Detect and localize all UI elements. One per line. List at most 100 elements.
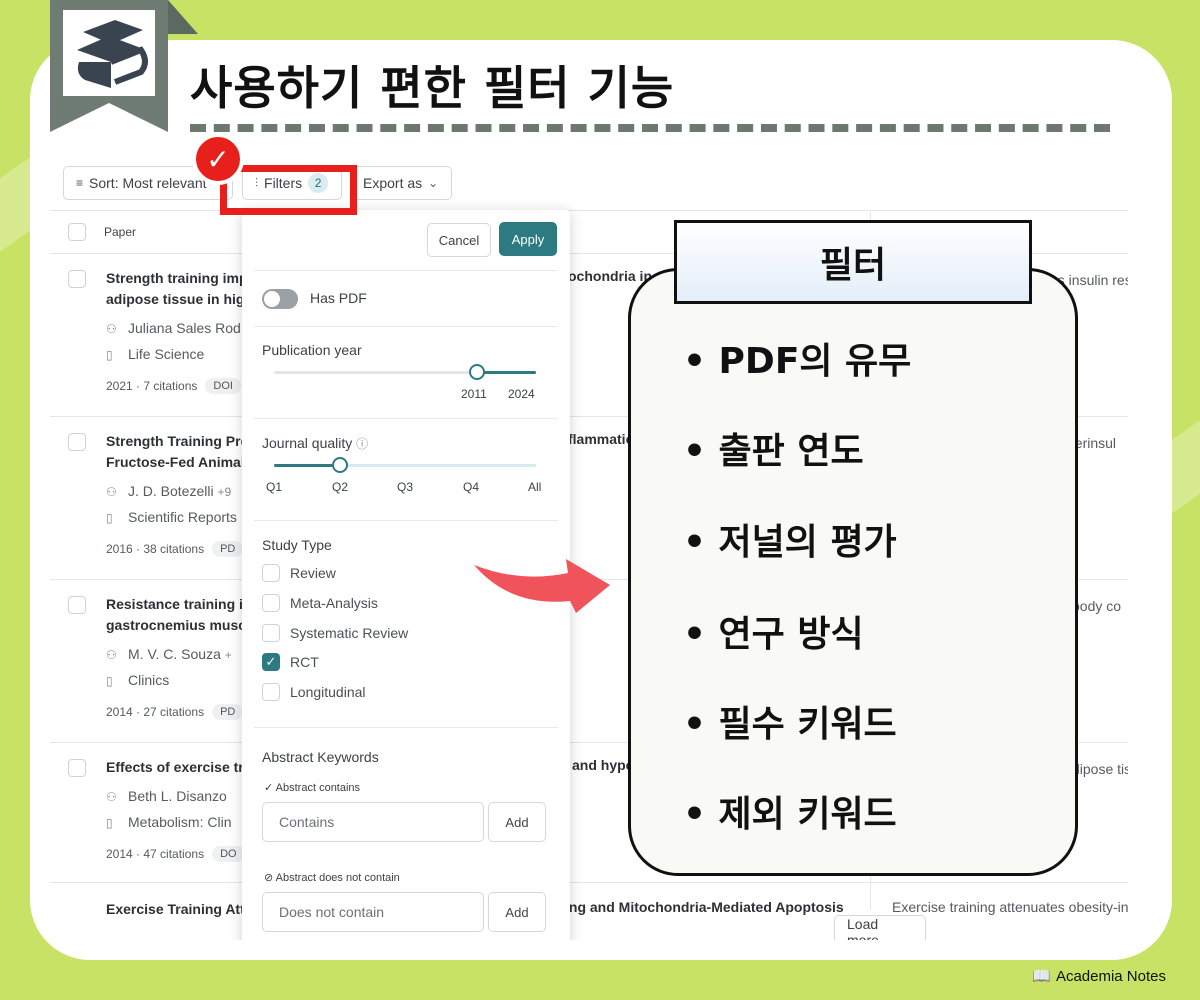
people-icon: ⚇ — [106, 485, 117, 499]
doi-tag[interactable]: DO — [212, 846, 245, 862]
row-checkbox[interactable] — [68, 433, 86, 451]
callout-item: • 출판 연도 — [683, 431, 864, 472]
quality-tick: Q3 — [397, 480, 414, 494]
paper-author: ⚇ M. V. C. Souza + — [106, 646, 232, 662]
has-pdf-toggle[interactable] — [262, 289, 298, 309]
year-to-value: 2024 — [508, 387, 535, 401]
paper-meta: 2014 · 27 citations PD — [106, 704, 244, 720]
paper-author: ⚇ Beth L. Disanzo — [106, 788, 227, 804]
checkbox[interactable] — [262, 683, 280, 701]
quality-tick: Q2 — [332, 480, 349, 494]
chevron-down-icon: ⌄ — [428, 176, 439, 190]
book-icon: ▯ — [106, 674, 113, 688]
checkbox[interactable] — [262, 594, 280, 612]
quality-tick: All — [528, 480, 542, 494]
check-icon: ✓ — [264, 782, 274, 794]
year-slider-handle[interactable] — [469, 364, 485, 380]
highlight-box — [220, 165, 357, 215]
paper-author: ⚇ Juliana Sales Rod — [106, 320, 241, 336]
row-checkbox[interactable] — [68, 270, 86, 288]
abstract-contains-label: ✓ Abstract contains — [264, 782, 361, 794]
people-icon: ⚇ — [106, 648, 117, 662]
apply-button[interactable]: Apply — [499, 222, 557, 256]
callout-item: • 필수 키워드 — [683, 704, 897, 745]
paper-title-continued: and hype — [572, 757, 634, 773]
add-contains-button[interactable]: Add — [488, 802, 546, 842]
abstract-keywords-label: Abstract Keywords — [262, 749, 379, 765]
paper-meta: 2021 · 7 citations DOI — [106, 378, 241, 394]
paper-author: ⚇ J. D. Botezelli +9 — [106, 483, 232, 499]
block-icon: ⊘ — [264, 872, 274, 884]
table-row[interactable]: Exercise Training Atte ing and Mitochond… — [50, 883, 1128, 940]
divider — [254, 727, 558, 728]
quality-tick: Q4 — [463, 480, 480, 494]
export-label: Export as — [363, 175, 423, 191]
callout-title: 필터 — [674, 220, 1032, 304]
year-slider-range — [477, 371, 536, 374]
paper-title-continued: flammatio — [568, 431, 635, 447]
divider — [254, 270, 558, 271]
has-pdf-label: Has PDF — [310, 290, 367, 306]
load-more-button[interactable]: Load more — [834, 915, 926, 940]
paper-title-continued: ochondria in — [568, 268, 652, 284]
divider — [254, 520, 558, 521]
paper-title-continued: ing and Mitochondria-Mediated Apoptosis — [565, 899, 844, 915]
people-icon: ⚇ — [106, 322, 117, 336]
pdf-tag[interactable]: PD — [212, 704, 244, 720]
year-from-value: 2011 — [461, 387, 487, 401]
paper-journal: ▯ Metabolism: Clin — [106, 814, 232, 830]
row-checkbox[interactable] — [68, 596, 86, 614]
journal-quality-label: Journal quality ⓘ — [262, 435, 369, 451]
people-icon: ⚇ — [106, 790, 117, 804]
study-type-label: Study Type — [262, 537, 332, 553]
divider — [254, 418, 558, 419]
col-paper-header: Paper — [104, 225, 137, 239]
book-icon: ▯ — [106, 511, 113, 525]
book-icon: 📖 — [1032, 968, 1051, 985]
book-icon: ▯ — [106, 348, 113, 362]
pdf-tag[interactable]: PD — [212, 541, 244, 557]
checkmark-icon: ✓ — [192, 133, 244, 185]
brand-footer: 📖 Academia Notes — [1032, 967, 1166, 986]
paper-meta: 2016 · 38 citations PD — [106, 541, 244, 557]
paper-meta: 2014 · 47 citations DO — [106, 846, 245, 862]
page-title: 사용하기 편한 필터 기능 — [190, 61, 675, 115]
quality-slider-fill — [274, 464, 340, 467]
checkbox[interactable] — [262, 564, 280, 582]
book-icon: ▯ — [106, 816, 113, 830]
study-option-systematic-review[interactable]: Systematic Review — [262, 624, 408, 642]
abstract-not-contains-label: ⊘ Abstract does not contain — [264, 872, 400, 884]
summary-text: Exercise training attenuates obesity-in — [892, 899, 1128, 915]
callout-item: • 저널의 평가 — [683, 522, 897, 563]
study-option-review[interactable]: Review — [262, 564, 336, 582]
study-option-meta-analysis[interactable]: Meta-Analysis — [262, 594, 378, 612]
contains-input[interactable]: Contains — [262, 802, 484, 842]
summary-text: body co — [1072, 598, 1122, 614]
sort-icon: ≡ — [76, 176, 84, 190]
paper-journal: ▯ Scientific Reports — [106, 509, 237, 525]
quality-tick: Q1 — [266, 480, 283, 494]
quality-slider-handle[interactable] — [332, 457, 348, 473]
divider — [254, 326, 558, 327]
bookmark-flap — [168, 0, 198, 34]
dashed-divider — [190, 124, 1110, 132]
study-option-longitudinal[interactable]: Longitudinal — [262, 683, 366, 701]
checkbox[interactable] — [262, 624, 280, 642]
info-icon[interactable]: ⓘ — [356, 437, 368, 451]
export-button[interactable]: Export as ⌄ — [350, 166, 452, 200]
select-all-checkbox[interactable] — [68, 223, 86, 241]
paper-journal: ▯ Life Science — [106, 346, 205, 362]
cancel-button[interactable]: Cancel — [427, 223, 491, 257]
callout-item: • PDF의 유무 — [683, 341, 912, 382]
callout-item: • 제외 키워드 — [683, 794, 897, 835]
doi-tag[interactable]: DOI — [205, 378, 241, 394]
add-not-contains-button[interactable]: Add — [488, 892, 546, 932]
checkbox-checked[interactable]: ✓ — [262, 653, 280, 671]
sort-label: Sort: Most relevant — [89, 175, 207, 191]
paper-journal: ▯ Clinics — [106, 672, 170, 688]
publication-year-label: Publication year — [262, 342, 362, 358]
book-stack-icon — [63, 10, 155, 96]
study-option-rct[interactable]: ✓ RCT — [262, 653, 319, 671]
row-checkbox[interactable] — [68, 759, 86, 777]
not-contains-input[interactable]: Does not contain — [262, 892, 484, 932]
